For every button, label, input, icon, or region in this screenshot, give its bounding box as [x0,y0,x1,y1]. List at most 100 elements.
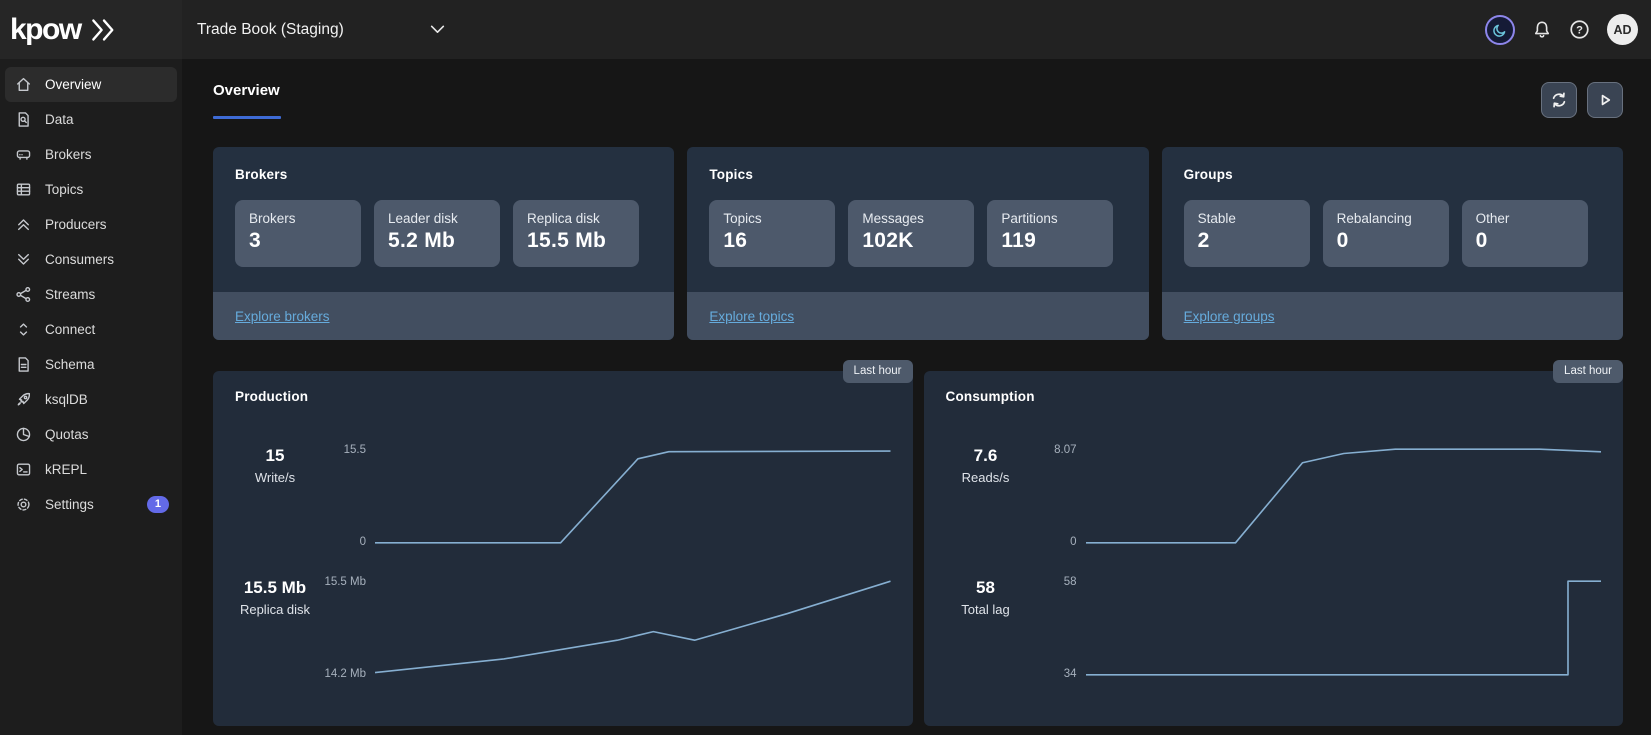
stat-value: 15 [235,446,315,466]
chevrons-down-icon [15,251,32,268]
topbar: kpow Trade Book (Staging) [0,0,1651,59]
moon-icon [1492,22,1508,38]
stat-tile: Brokers 3 [235,200,361,267]
gear-icon [15,496,32,513]
avatar-initials: AD [1613,23,1631,37]
card-footer: Explore brokers [213,292,674,340]
chevron-down-icon [430,25,445,34]
cluster-selector-label: Trade Book (Staging) [197,21,344,39]
chart-cards-row: Last hour Production 15 Write/s 15.5 0 [213,371,1623,726]
sidebar-item-streams[interactable]: Streams [5,277,177,312]
explore-groups-link[interactable]: Explore groups [1184,309,1275,324]
summary-cards-row: Brokers Brokers 3 Leader disk 5.2 Mb Rep… [213,147,1623,340]
sidebar-item-overview[interactable]: Overview [5,67,177,102]
stat-tile: Partitions 119 [987,200,1113,267]
card-title: Topics [709,167,1126,182]
play-button[interactable] [1587,82,1623,118]
sidebar-item-label: Streams [45,287,169,302]
sidebar-item-quotas[interactable]: Quotas [5,417,177,452]
reads-chart-row: 7.6 Reads/s 8.07 0 [946,444,1602,548]
stat-label: Reads/s [946,470,1026,485]
logo-text: kpow [10,15,81,45]
sidebar-item-label: Brokers [45,147,169,162]
replica-disk-sparkline [375,576,891,680]
stat-label: Other [1476,211,1580,226]
stat-tile: Topics 16 [709,200,835,267]
pie-icon [15,426,32,443]
sidebar-item-label: Quotas [45,427,169,442]
sidebar-item-label: kREPL [45,462,169,477]
sidebar-item-consumers[interactable]: Consumers [5,242,177,277]
y-axis-min-label: 0 [1070,536,1076,548]
stat-value: 2 [1198,229,1302,253]
sidebar-item-brokers[interactable]: Brokers [5,137,177,172]
card-footer: Explore topics [687,292,1148,340]
share-icon [15,286,32,303]
sidebar-item-data[interactable]: Data [5,102,177,137]
refresh-button[interactable] [1541,82,1577,118]
stat-tile: Replica disk 15.5 Mb [513,200,639,267]
stat-value: 102K [862,229,966,253]
stat-label: Messages [862,211,966,226]
up-down-icon [15,321,32,338]
data-search-doc-icon [15,111,32,128]
sidebar-item-topics[interactable]: Topics [5,172,177,207]
stat-value: 58 [946,578,1026,598]
chart-title: Production [235,389,891,404]
stat-value: 16 [723,229,827,253]
writes-chart-row: 15 Write/s 15.5 0 [235,444,891,548]
card-footer: Explore groups [1162,292,1623,340]
sidebar-item-label: Settings [45,497,147,512]
consumption-card: Last hour Consumption 7.6 Reads/s 8.07 0 [924,371,1624,726]
last-hour-badge: Last hour [1553,360,1623,383]
sidebar-item-connect[interactable]: Connect [5,312,177,347]
theme-toggle-button[interactable] [1485,15,1515,45]
refresh-icon [1550,91,1568,109]
main-content: Overview [182,59,1651,735]
stat-label: Partitions [1001,211,1105,226]
title-underline [213,116,281,119]
svg-text:?: ? [1576,24,1583,36]
bell-icon [1532,20,1552,40]
production-card: Last hour Production 15 Write/s 15.5 0 [213,371,913,726]
y-axis-min-label: 34 [1064,668,1077,680]
sidebar-item-label: Consumers [45,252,169,267]
reads-sparkline [1086,444,1602,548]
y-axis-max-label: 15.5 Mb [324,576,366,588]
stat-label: Brokers [249,211,353,226]
sidebar-item-producers[interactable]: Producers [5,207,177,242]
cluster-selector[interactable]: Trade Book (Staging) [197,21,445,39]
sidebar-item-ksqldb[interactable]: ksqlDB [5,382,177,417]
last-hour-badge: Last hour [843,360,913,383]
sidebar-item-schema[interactable]: Schema [5,347,177,382]
chevrons-up-icon [15,216,32,233]
stat-value: 0 [1476,229,1580,253]
user-avatar[interactable]: AD [1607,14,1638,45]
help-button[interactable]: ? [1569,19,1590,40]
stat-tile: Stable 2 [1184,200,1310,267]
home-icon [15,76,32,93]
sidebar-item-settings[interactable]: Settings 1 [5,487,177,522]
stat-label: Replica disk [235,602,315,617]
y-axis-max-label: 58 [1064,576,1077,588]
stat-label: Total lag [946,602,1026,617]
stat-value: 7.6 [946,446,1026,466]
header-buttons [1541,82,1623,118]
total-lag-chart-row: 58 Total lag 58 34 [946,576,1602,680]
stat-value: 0 [1337,229,1441,253]
sidebar-item-label: Connect [45,322,169,337]
kpow-logo[interactable]: kpow [10,15,121,45]
explore-brokers-link[interactable]: Explore brokers [235,309,330,324]
sidebar-item-label: ksqlDB [45,392,169,407]
sidebar-item-krepl[interactable]: kREPL [5,452,177,487]
sidebar-item-label: Data [45,112,169,127]
logo-chevrons-icon [87,17,121,43]
explore-topics-link[interactable]: Explore topics [709,309,794,324]
card-title: Brokers [235,167,652,182]
sidebar-item-label: Schema [45,357,169,372]
stat-label: Rebalancing [1337,211,1441,226]
notifications-button[interactable] [1532,20,1552,40]
card-title: Groups [1184,167,1601,182]
sidebar-item-label: Producers [45,217,169,232]
brokers-card: Brokers Brokers 3 Leader disk 5.2 Mb Rep… [213,147,674,340]
